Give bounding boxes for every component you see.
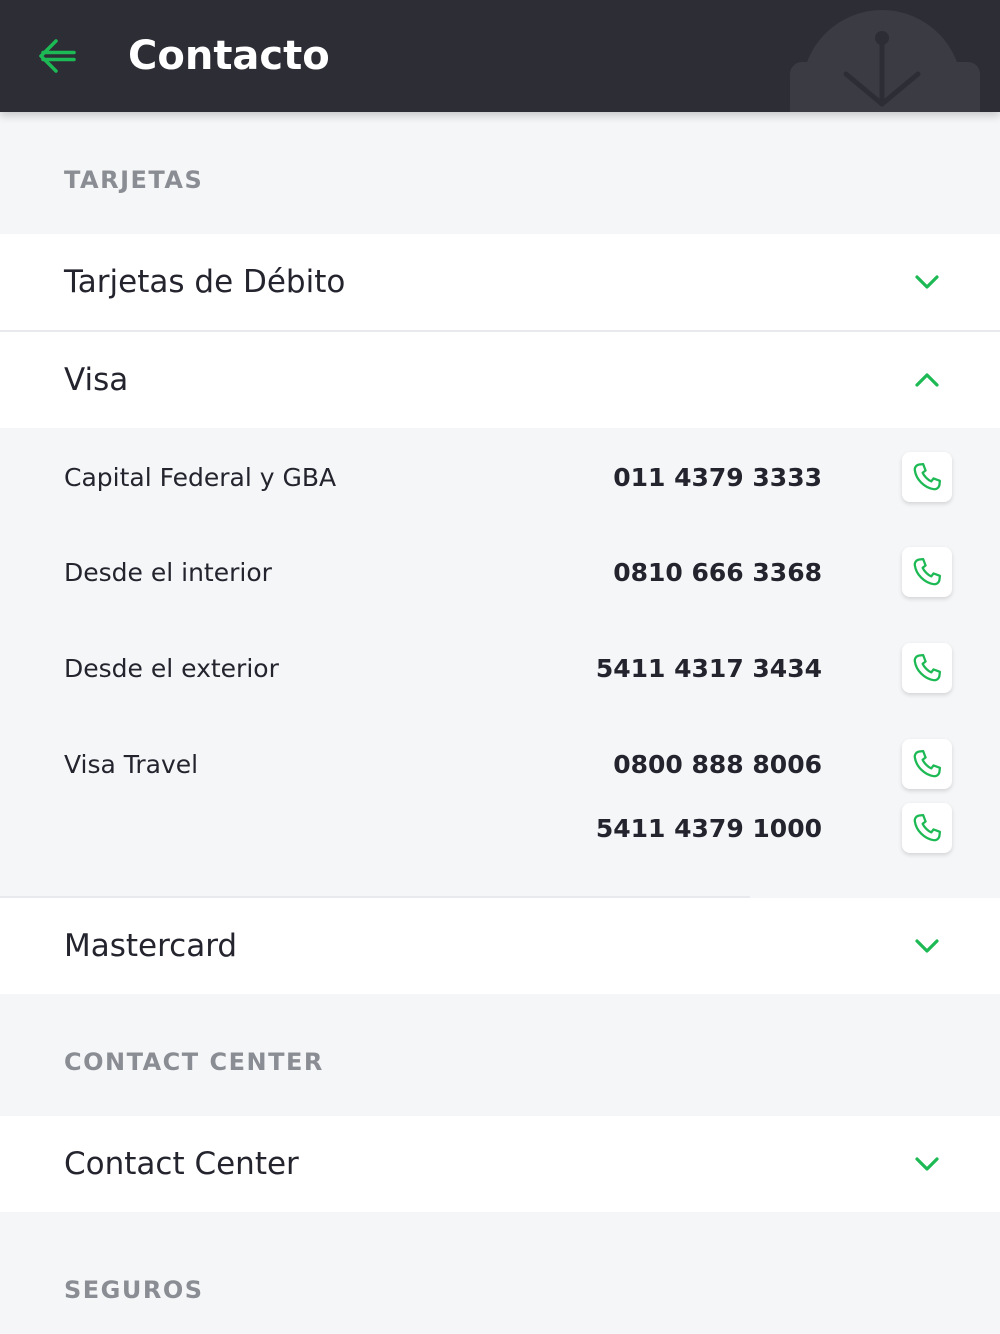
phone-number: 011 4379 3333 (613, 463, 822, 492)
call-button[interactable] (902, 547, 952, 597)
accordion-label: Visa (64, 362, 129, 398)
accordion-mastercard[interactable]: Mastercard (0, 898, 1000, 994)
accordion-visa[interactable]: Visa (0, 332, 1000, 428)
accordion-label: Contact Center (64, 1146, 299, 1182)
contact-label: Desde el exterior (64, 654, 279, 683)
phone-icon (913, 749, 942, 778)
contact-label: Capital Federal y GBA (64, 463, 337, 492)
chevron-down-icon (908, 934, 946, 958)
arrow-left-icon (39, 39, 76, 73)
phone-icon (913, 813, 942, 842)
phone-number: 0800 888 8006 (613, 750, 822, 779)
contact-label: Visa Travel (64, 750, 199, 779)
call-button[interactable] (902, 643, 952, 693)
visa-contact-list: Capital Federal y GBA 011 4379 3333 Desd… (0, 428, 1000, 896)
phone-icon (913, 462, 942, 491)
phone-icon (913, 653, 942, 682)
section-label-seguros: SEGUROS (64, 1276, 204, 1304)
back-button[interactable] (30, 30, 86, 82)
accordion-tarjetas-debito[interactable]: Tarjetas de Débito (0, 234, 1000, 330)
app-header: Contacto (0, 0, 1000, 112)
call-button[interactable] (902, 739, 952, 789)
chevron-up-icon (908, 368, 946, 392)
accordion-label: Tarjetas de Débito (64, 264, 346, 300)
accordion-label: Mastercard (64, 928, 238, 964)
phone-number: 0810 666 3368 (613, 558, 822, 587)
phone-number: 5411 4317 3434 (595, 654, 822, 683)
chevron-down-icon (908, 270, 946, 294)
accordion-contact-center[interactable]: Contact Center (0, 1116, 1000, 1212)
chevron-down-icon (908, 1152, 946, 1176)
call-button[interactable] (902, 803, 952, 853)
phone-icon (913, 557, 942, 586)
section-label-tarjetas: TARJETAS (64, 166, 204, 194)
contact-label: Desde el interior (64, 558, 272, 587)
section-label-contact-center: CONTACT CENTER (64, 1048, 324, 1076)
bank-logo-watermark (790, 10, 980, 112)
call-button[interactable] (902, 452, 952, 502)
phone-number: 5411 4379 1000 (595, 814, 822, 843)
page-title: Contacto (128, 33, 330, 79)
